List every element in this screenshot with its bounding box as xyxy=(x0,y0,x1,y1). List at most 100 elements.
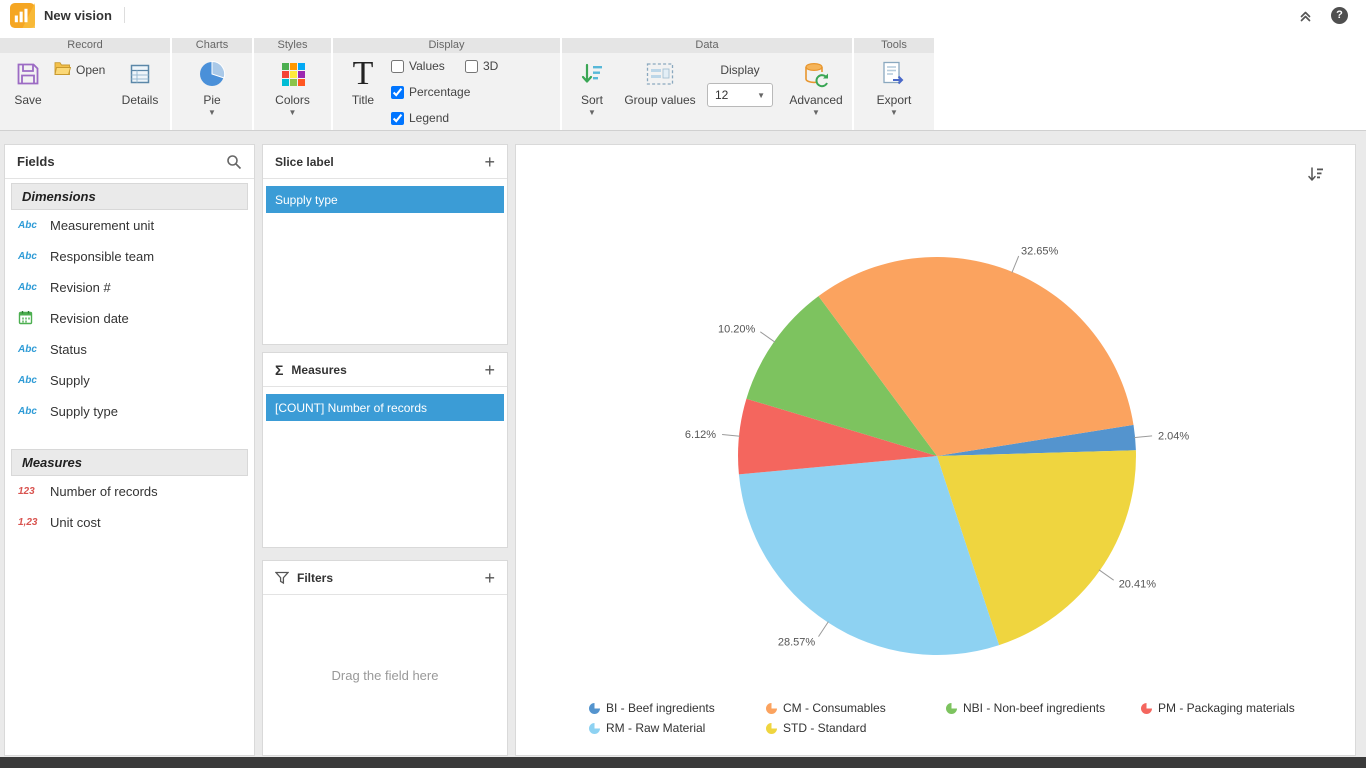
legend-checkbox[interactable]: Legend xyxy=(391,111,449,125)
fields-title: Fields xyxy=(17,154,55,169)
search-icon[interactable] xyxy=(226,154,242,170)
open-button[interactable]: Open xyxy=(54,61,105,78)
field-label: Supply xyxy=(50,373,90,388)
export-label: Export xyxy=(877,93,912,107)
field-measurement-unit[interactable]: Abc Measurement unit xyxy=(5,210,254,241)
ribbon-group-charts: Charts Pie ▼ xyxy=(172,38,252,130)
threed-checkbox-input[interactable] xyxy=(465,60,478,73)
add-filter-button[interactable]: + xyxy=(484,569,495,587)
field-unit-cost[interactable]: 1,23 Unit cost xyxy=(5,507,254,538)
chevron-down-icon: ▼ xyxy=(208,109,216,116)
ribbon-group-data-label: Data xyxy=(562,38,852,53)
ribbon-group-data: Data Sort ▼ xyxy=(562,38,852,130)
dimensions-section-header: Dimensions xyxy=(11,183,248,210)
display-count-select[interactable]: 12 ▼ xyxy=(707,83,773,107)
field-label: Supply type xyxy=(50,404,118,419)
title-divider xyxy=(124,7,125,23)
field-label: Revision date xyxy=(50,311,129,326)
legend-item-nbi[interactable]: NBI - Non-beef ingredients xyxy=(946,701,1141,715)
field-label: Unit cost xyxy=(50,515,101,530)
pie-chart-icon xyxy=(197,57,227,91)
threed-checkbox[interactable]: 3D xyxy=(465,59,498,73)
ribbon-group-tools-label: Tools xyxy=(854,38,934,53)
legend-label: BI - Beef ingredients xyxy=(606,701,715,715)
pie-percentage-label: 28.57% xyxy=(778,637,816,649)
ribbon-group-styles: Styles Colors ▼ xyxy=(254,38,331,130)
save-button[interactable]: Save xyxy=(6,57,50,107)
measure-chip-count-records[interactable]: [COUNT] Number of records xyxy=(266,394,504,421)
legend-pie-icon xyxy=(766,703,777,714)
colors-button[interactable]: Colors ▼ xyxy=(254,57,331,116)
pie-label-leader xyxy=(1134,436,1152,438)
measures-title: Measures xyxy=(291,363,346,377)
legend-label: PM - Packaging materials xyxy=(1158,701,1295,715)
pie-label-leader xyxy=(760,332,775,342)
percentage-checkbox-input[interactable] xyxy=(391,86,404,99)
values-checkbox-input[interactable] xyxy=(391,60,404,73)
pie-percentage-label: 6.12% xyxy=(685,429,716,441)
legend-item-bi[interactable]: BI - Beef ingredients xyxy=(589,701,766,715)
legend-item-std[interactable]: STD - Standard xyxy=(766,721,946,735)
field-number-of-records[interactable]: 123 Number of records xyxy=(5,476,254,507)
field-revision-number[interactable]: Abc Revision # xyxy=(5,272,254,303)
slice-label-chip-supply-type[interactable]: Supply type xyxy=(266,186,504,213)
legend-label: RM - Raw Material xyxy=(606,721,705,735)
pie-label-leader xyxy=(1012,256,1019,273)
field-supply[interactable]: Abc Supply xyxy=(5,365,254,396)
legend-checkbox-label: Legend xyxy=(409,111,449,125)
legend-pie-icon xyxy=(589,723,600,734)
values-checkbox[interactable]: Values xyxy=(391,59,445,73)
open-folder-icon xyxy=(54,61,71,78)
details-button[interactable]: Details xyxy=(114,57,166,107)
slice-label-panel: Slice label + Supply type xyxy=(262,144,508,345)
pie-label: Pie xyxy=(203,93,220,107)
decimal-type-icon: 1,23 xyxy=(18,517,45,528)
color-palette-icon xyxy=(280,57,306,91)
pie-chart: 2.04%20.41%28.57%6.12%10.20%32.65% xyxy=(516,145,1355,697)
ribbon: Record Save xyxy=(0,30,1366,131)
legend-item-pm[interactable]: PM - Packaging materials xyxy=(1141,701,1339,715)
group-values-icon xyxy=(646,57,674,91)
chevron-down-icon: ▼ xyxy=(588,109,596,116)
pie-percentage-label: 32.65% xyxy=(1021,246,1059,258)
legend-pie-icon xyxy=(589,703,600,714)
help-icon[interactable]: ? xyxy=(1331,7,1348,24)
display-caption: Display xyxy=(707,63,773,77)
add-slice-label-button[interactable]: + xyxy=(484,153,495,171)
workspace: Fields Dimensions Abc Measurement unit A… xyxy=(0,131,1366,757)
legend-checkbox-input[interactable] xyxy=(391,112,404,125)
pie-percentage-label: 20.41% xyxy=(1119,579,1157,591)
fields-panel: Fields Dimensions Abc Measurement unit A… xyxy=(4,144,255,756)
legend-item-rm[interactable]: RM - Raw Material xyxy=(589,721,766,735)
filters-drop-zone[interactable]: Drag the field here xyxy=(263,595,507,755)
title-toggle-button[interactable]: T Title xyxy=(343,57,383,107)
status-bar xyxy=(0,757,1366,768)
ribbon-group-display: Display T Title Values Percentage Legend xyxy=(333,38,560,130)
group-values-label: Group values xyxy=(624,93,695,107)
ribbon-group-record-label: Record xyxy=(0,38,170,53)
field-status[interactable]: Abc Status xyxy=(5,334,254,365)
field-supply-type[interactable]: Abc Supply type xyxy=(5,396,254,427)
field-responsible-team[interactable]: Abc Responsible team xyxy=(5,241,254,272)
collapse-ribbon-icon[interactable] xyxy=(1298,8,1313,23)
add-measure-button[interactable]: + xyxy=(484,361,495,379)
sigma-icon: Σ xyxy=(275,362,283,378)
text-type-icon: Abc xyxy=(18,220,45,231)
measures-panel: Σ Measures + [COUNT] Number of records xyxy=(262,352,508,548)
chevron-down-icon: ▼ xyxy=(757,92,765,99)
percentage-checkbox[interactable]: Percentage xyxy=(391,85,470,99)
open-label: Open xyxy=(76,63,105,77)
measures-section-header: Measures xyxy=(11,449,248,476)
app-window: New vision ? Record Save xyxy=(0,0,1366,768)
export-button[interactable]: Export ▼ xyxy=(854,57,934,116)
ribbon-group-display-label: Display xyxy=(333,38,560,53)
pie-chart-type-button[interactable]: Pie ▼ xyxy=(172,57,252,116)
group-values-button[interactable]: Group values xyxy=(620,57,700,107)
field-revision-date[interactable]: Revision date xyxy=(5,303,254,334)
advanced-button[interactable]: Advanced ▼ xyxy=(786,57,846,116)
pie-label-leader xyxy=(722,435,740,437)
legend-item-cm[interactable]: CM - Consumables xyxy=(766,701,946,715)
sort-button[interactable]: Sort ▼ xyxy=(570,57,614,116)
details-icon xyxy=(128,57,152,91)
colors-label: Colors xyxy=(275,93,310,107)
